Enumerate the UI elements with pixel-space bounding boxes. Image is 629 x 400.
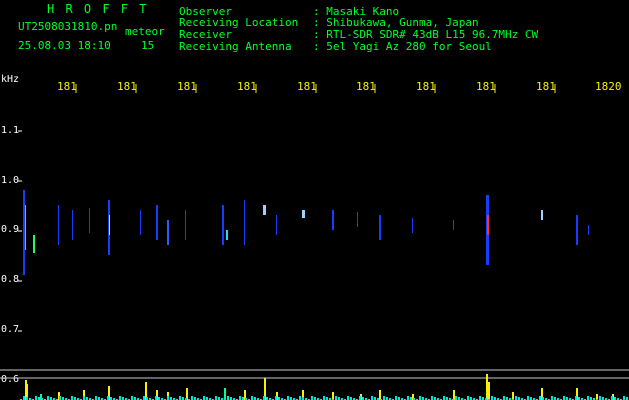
noise-floor-bar: [167, 396, 169, 400]
meteor-echo: [244, 200, 245, 245]
signal-spike: [486, 374, 488, 400]
noise-floor-bar: [539, 396, 541, 400]
meteor-echo: [276, 215, 277, 235]
meteor-echo: [379, 215, 381, 240]
meteor-echo: [25, 205, 26, 250]
meteor-echo: [412, 218, 413, 233]
meteor-echo: [588, 225, 589, 235]
noise-floor-bar: [71, 396, 73, 400]
noise-floor-bar: [287, 396, 289, 400]
spectrogram-plot: [0, 84, 629, 400]
meteor-echo: [263, 205, 266, 215]
noise-floor-bar: [335, 396, 337, 400]
noise-floor-bar: [587, 396, 589, 400]
meteor-echo: [167, 220, 169, 245]
meteor-echoes: [23, 190, 589, 275]
meteor-echo: [109, 215, 110, 235]
noise-floor-bar: [179, 396, 181, 400]
noise-floor-bar: [443, 396, 445, 400]
meteor-echo: [58, 205, 59, 245]
meteor-echo: [576, 215, 578, 245]
noise-floor-bar: [383, 396, 385, 400]
noise-floor-bar: [107, 396, 109, 400]
signal-spike: [332, 392, 334, 400]
noise-floor-bar: [491, 396, 493, 400]
noise-floor-bar: [143, 396, 145, 400]
noise-floor-bar: [83, 396, 85, 400]
meteor-echo: [222, 205, 224, 245]
meteor-echo: [33, 235, 35, 253]
noise-floor-bar: [407, 396, 409, 400]
noise-floor-bar: [47, 396, 49, 400]
noise-floor-bar: [299, 396, 301, 400]
noise-floor-bar: [227, 396, 229, 400]
noise-floor-bar: [467, 396, 469, 400]
meteor-echo: [332, 210, 334, 230]
meteor-echo: [156, 205, 158, 240]
signal-spike: [488, 382, 490, 400]
meteor-echo: [89, 208, 90, 233]
noise-floor-bar: [239, 396, 241, 400]
signal-spike: [453, 390, 455, 400]
noise-floor-bar: [599, 396, 601, 400]
x-tick-marks: [75, 84, 556, 93]
noise-floor-bar: [311, 396, 313, 400]
noise-floor-bar: [527, 396, 529, 400]
noise-floor-bar: [431, 396, 433, 400]
meteor-echo: [23, 190, 25, 275]
meteor-echo: [226, 230, 228, 240]
meteor-echo: [487, 215, 489, 235]
signal-spike: [379, 390, 381, 400]
noise-floor-bar: [95, 396, 97, 400]
noise-floor-bar: [275, 396, 277, 400]
noise-floor-bar: [551, 396, 553, 400]
meteor-echo: [541, 210, 543, 220]
noise-floor-bar: [23, 396, 25, 400]
signal-spike: [224, 388, 226, 400]
noise-floor-bar: [131, 396, 133, 400]
noise-floor-bar: [371, 396, 373, 400]
meteor-echo: [357, 212, 358, 227]
noise-floor-bar: [323, 396, 325, 400]
noise-floor-bar: [215, 396, 217, 400]
noise-floor-bar: [263, 396, 265, 400]
meteor-echo: [140, 210, 141, 235]
noise-floor-bar: [251, 396, 253, 400]
meteor-echo: [302, 210, 305, 218]
meteor-echo: [185, 210, 186, 240]
meteor-echo: [453, 220, 454, 230]
noise-floor-bar: [479, 396, 481, 400]
noise-floor-bar: [119, 396, 121, 400]
noise-floor-bar: [503, 396, 505, 400]
noise-floor-bar: [59, 396, 61, 400]
hrofft-window: { "app": { "title": "H R O F F T" }, "fi…: [0, 0, 629, 400]
noise-floor-bar: [419, 396, 421, 400]
noise-floor-bar: [623, 396, 625, 400]
noise-floor-bar: [347, 396, 349, 400]
noise-floor-bar: [359, 396, 361, 400]
meteor-echo: [72, 210, 73, 240]
noise-floor-bar: [395, 396, 397, 400]
y-axis-ticks: [18, 130, 22, 332]
noise-floor-bar: [203, 396, 205, 400]
noise-floor-bar: [191, 396, 193, 400]
signal-spike: [512, 392, 514, 400]
noise-floor-bar: [35, 396, 37, 400]
noise-floor-bar: [575, 396, 577, 400]
noise-floor-bar: [455, 396, 457, 400]
noise-floor-bar: [611, 396, 613, 400]
noise-floor-bar: [155, 396, 157, 400]
noise-floor-bar: [515, 396, 517, 400]
noise-floor-bar: [563, 396, 565, 400]
